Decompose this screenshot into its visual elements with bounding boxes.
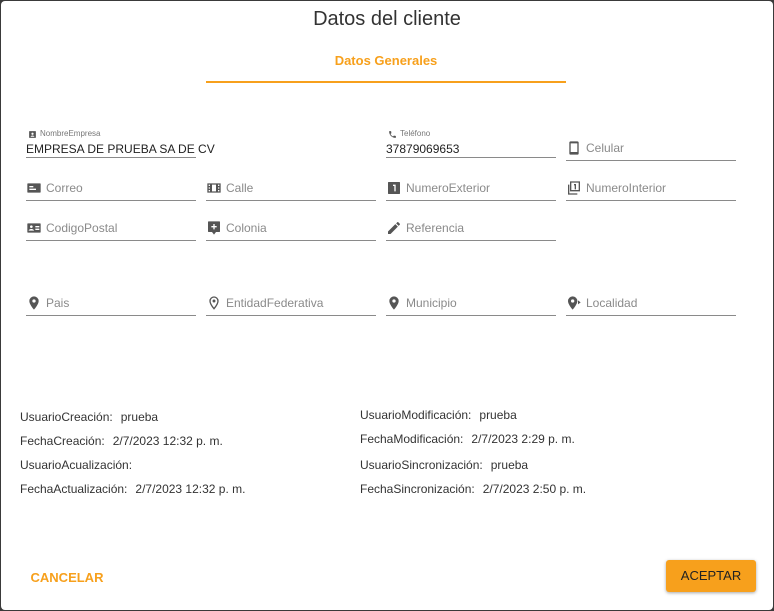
fecha-sincronizacion-label: FechaSincronización: xyxy=(360,482,475,496)
usuario-sincronizacion-value: prueba xyxy=(490,458,529,472)
colonia-field[interactable]: Colonia xyxy=(206,212,376,241)
usuario-sincronizacion-info: UsuarioSincronización: prueba xyxy=(360,458,528,472)
telefono-label: Teléfono xyxy=(400,129,431,138)
localidad-field[interactable]: Localidad xyxy=(566,287,736,316)
nombre-empresa-value: EMPRESA DE PRUEBA SA DE CV xyxy=(26,142,215,156)
colonia-placeholder: Colonia xyxy=(226,221,267,235)
fecha-actualizacion-value: 2/7/2023 12:32 p. m. xyxy=(135,482,246,496)
fecha-creacion-info: FechaCreación: 2/7/2023 12:32 p. m. xyxy=(20,434,223,448)
accept-button[interactable]: ACEPTAR xyxy=(666,560,756,592)
municipio-placeholder: Municipio xyxy=(406,296,457,310)
codigo-postal-field[interactable]: CodigoPostal xyxy=(26,212,196,241)
telefono-field[interactable]: Teléfono 37879069653 xyxy=(386,129,556,158)
celular-placeholder: Celular xyxy=(586,141,625,155)
numeric-1-box-icon xyxy=(386,180,402,196)
map-marker-right-icon xyxy=(566,295,582,311)
fecha-actualizacion-label: FechaActualización: xyxy=(20,482,128,496)
fecha-sincronizacion-info: FechaSincronización: 2/7/2023 2:50 p. m. xyxy=(360,482,586,496)
numeric-1-multiple-icon xyxy=(566,180,582,196)
map-marker-plus-icon xyxy=(206,220,222,236)
client-dialog: Datos del cliente Datos Generales Nombre… xyxy=(1,1,773,610)
calle-field[interactable]: Calle xyxy=(206,172,376,201)
fecha-modificacion-label: FechaModificación: xyxy=(360,432,464,446)
usuario-actualizacion-info: UsuarioAcualización: xyxy=(20,458,140,472)
fecha-actualizacion-info: FechaActualización: 2/7/2023 12:32 p. m. xyxy=(20,482,245,496)
nombre-empresa-field[interactable]: NombreEmpresa EMPRESA DE PRUEBA SA DE CV xyxy=(26,129,215,158)
referencia-placeholder: Referencia xyxy=(406,221,465,235)
map-marker-icon xyxy=(386,295,402,311)
pais-placeholder: Pais xyxy=(46,296,70,310)
correo-field[interactable]: Correo xyxy=(26,172,196,201)
numero-interior-field[interactable]: NumeroInterior xyxy=(566,172,736,201)
fecha-sincronizacion-value: 2/7/2023 2:50 p. m. xyxy=(482,482,587,496)
pencil-icon xyxy=(386,220,402,236)
road-icon xyxy=(206,180,222,196)
correo-placeholder: Correo xyxy=(46,181,83,195)
referencia-field[interactable]: Referencia xyxy=(386,212,556,241)
calle-placeholder: Calle xyxy=(226,181,254,195)
telefono-value: 37879069653 xyxy=(386,142,460,156)
tab-indicator xyxy=(206,81,566,83)
map-marker-icon xyxy=(26,295,42,311)
mail-card-icon xyxy=(26,180,42,196)
usuario-sincronizacion-label: UsuarioSincronización: xyxy=(360,458,483,472)
contact-icon xyxy=(28,130,37,139)
entidad-federativa-field[interactable]: EntidadFederativa xyxy=(206,287,376,316)
celular-field[interactable]: Celular xyxy=(566,132,736,161)
usuario-creacion-value: prueba xyxy=(120,410,159,424)
cancel-button[interactable]: CANCELAR xyxy=(19,563,115,593)
usuario-creacion-info: UsuarioCreación: prueba xyxy=(20,410,158,424)
card-account-icon xyxy=(26,220,42,236)
fecha-modificacion-info: FechaModificación: 2/7/2023 2:29 p. m. xyxy=(360,432,575,446)
municipio-field[interactable]: Municipio xyxy=(386,287,556,316)
usuario-actualizacion-label: UsuarioAcualización: xyxy=(20,458,133,472)
numero-interior-placeholder: NumeroInterior xyxy=(586,181,667,195)
tab-datos-generales[interactable]: Datos Generales xyxy=(206,53,566,68)
cellphone-icon xyxy=(566,140,582,156)
map-marker-outline-icon xyxy=(206,295,222,311)
usuario-modificacion-label: UsuarioModificación: xyxy=(360,408,472,422)
fecha-modificacion-value: 2/7/2023 2:29 p. m. xyxy=(471,432,575,446)
numero-exterior-placeholder: NumeroExterior xyxy=(406,181,491,195)
pais-field[interactable]: Pais xyxy=(26,287,196,316)
usuario-modificacion-value: prueba xyxy=(479,408,517,422)
fecha-creacion-label: FechaCreación: xyxy=(20,434,105,448)
localidad-placeholder: Localidad xyxy=(586,296,638,310)
dialog-title: Datos del cliente xyxy=(313,8,461,30)
nombre-empresa-label: NombreEmpresa xyxy=(40,129,101,138)
usuario-creacion-label: UsuarioCreación: xyxy=(20,410,113,424)
entidad-federativa-placeholder: EntidadFederativa xyxy=(226,296,324,310)
usuario-modificacion-info: UsuarioModificación: prueba xyxy=(360,408,517,422)
fecha-creacion-value: 2/7/2023 12:32 p. m. xyxy=(112,434,223,448)
codigo-postal-placeholder: CodigoPostal xyxy=(46,221,118,235)
phone-icon xyxy=(388,130,397,139)
numero-exterior-field[interactable]: NumeroExterior xyxy=(386,172,556,201)
